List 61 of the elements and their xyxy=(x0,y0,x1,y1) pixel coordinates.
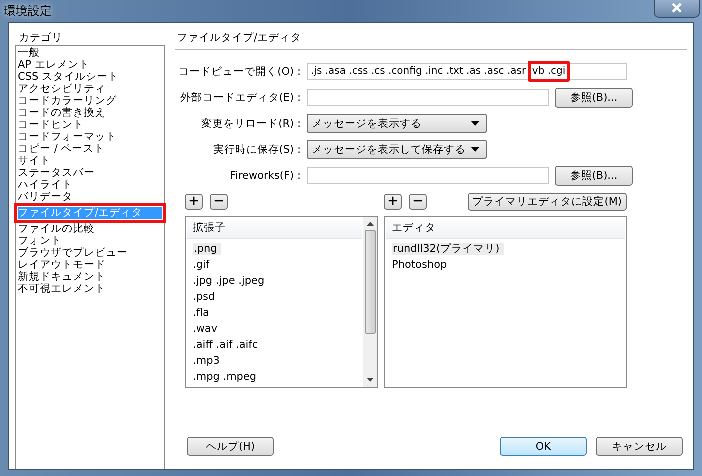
scroll-down-icon[interactable] xyxy=(366,378,374,382)
input-field[interactable] xyxy=(307,89,549,106)
extension-item[interactable]: .aiff .aif .aifc xyxy=(193,339,258,351)
window-title: 環境設定 xyxy=(4,2,52,20)
field-label: 実行時に保存(S) : xyxy=(212,142,302,156)
editor-item[interactable]: Photoshop xyxy=(392,259,448,271)
category-item[interactable]: ファイルの比較 xyxy=(18,223,162,235)
scrollbar[interactable] xyxy=(363,217,377,387)
category-item[interactable]: CSS スタイルシート xyxy=(18,71,162,83)
category-heading: カテゴリ xyxy=(19,31,64,45)
cancel-button[interactable]: キャンセル xyxy=(596,437,683,456)
extension-item[interactable]: .psd xyxy=(193,291,216,303)
category-item[interactable]: AP エレメント xyxy=(18,59,162,71)
help-button[interactable]: ヘルプ(H) xyxy=(187,437,274,456)
category-item[interactable]: 新規ドキュメント xyxy=(18,271,162,283)
dropdown[interactable]: メッセージを表示する xyxy=(307,114,487,133)
extension-item[interactable]: .fla xyxy=(193,307,210,319)
category-item[interactable]: レイアウトモード xyxy=(18,259,162,271)
caret-icon xyxy=(471,147,480,152)
category-item[interactable]: バリデータ xyxy=(18,191,162,203)
panel-title: ファイルタイプ/エディタ xyxy=(175,31,687,50)
category-item[interactable]: ブラウザでプレビュー xyxy=(18,247,162,259)
category-item[interactable]: ステータスバー xyxy=(18,167,162,179)
category-item[interactable]: コードカラーリング xyxy=(18,95,162,107)
category-item[interactable]: フォント xyxy=(18,235,162,247)
set-primary-button[interactable]: プライマリエディタに設定(M) xyxy=(468,193,627,211)
field-label: 外部コードエディタ(E) : xyxy=(179,90,302,104)
extension-item[interactable]: .wav xyxy=(193,323,218,335)
browse-button[interactable]: 参照(B)... xyxy=(555,88,633,108)
caret-icon xyxy=(471,121,480,126)
input-field[interactable] xyxy=(307,167,549,184)
category-item[interactable]: サイト xyxy=(18,155,162,167)
category-item[interactable]: コピー / ペースト xyxy=(18,143,162,155)
category-item[interactable]: 一般 xyxy=(18,47,162,59)
extension-item[interactable]: .png xyxy=(193,243,222,255)
scroll-up-icon[interactable] xyxy=(366,222,374,226)
extension-item[interactable]: .mp3 xyxy=(193,355,220,367)
remove-button[interactable]: − xyxy=(210,194,228,210)
category-item[interactable]: 不可視エレメント xyxy=(18,283,162,295)
close-button[interactable] xyxy=(654,0,700,18)
field-label: Fireworks(F) : xyxy=(229,170,302,182)
extension-item[interactable]: .gif xyxy=(193,259,210,271)
category-item[interactable]: コードの書き換え xyxy=(18,107,162,119)
extension-item[interactable]: .mpg .mpeg xyxy=(193,371,257,383)
input-field[interactable]: .js .asa .css .cs .config .inc .txt .as .asc .asr .vb .cgi xyxy=(307,63,627,80)
category-item[interactable]: ハイライト xyxy=(18,179,162,191)
scroll-thumb[interactable] xyxy=(364,230,376,334)
category-item[interactable]: コードヒント xyxy=(18,119,162,131)
close-icon xyxy=(671,2,683,12)
field-label: 変更をリロード(R) : xyxy=(200,116,302,130)
extension-item[interactable]: .jpg .jpe .jpeg xyxy=(193,275,265,287)
category-item[interactable]: コードフォーマット xyxy=(18,131,162,143)
add-button[interactable]: + xyxy=(185,194,203,210)
dropdown[interactable]: メッセージを表示して保存する xyxy=(307,140,487,159)
field-label: コードビューで開く(O) : xyxy=(178,64,302,78)
category-item[interactable]: アクセシビリティ xyxy=(18,83,162,95)
browse-button[interactable]: 参照(B)... xyxy=(555,166,633,186)
remove-button[interactable]: − xyxy=(409,194,427,210)
editor-item[interactable]: rundll32(プライマリ) xyxy=(392,243,504,255)
add-button[interactable]: + xyxy=(384,194,402,210)
ok-button[interactable]: OK xyxy=(500,437,587,456)
